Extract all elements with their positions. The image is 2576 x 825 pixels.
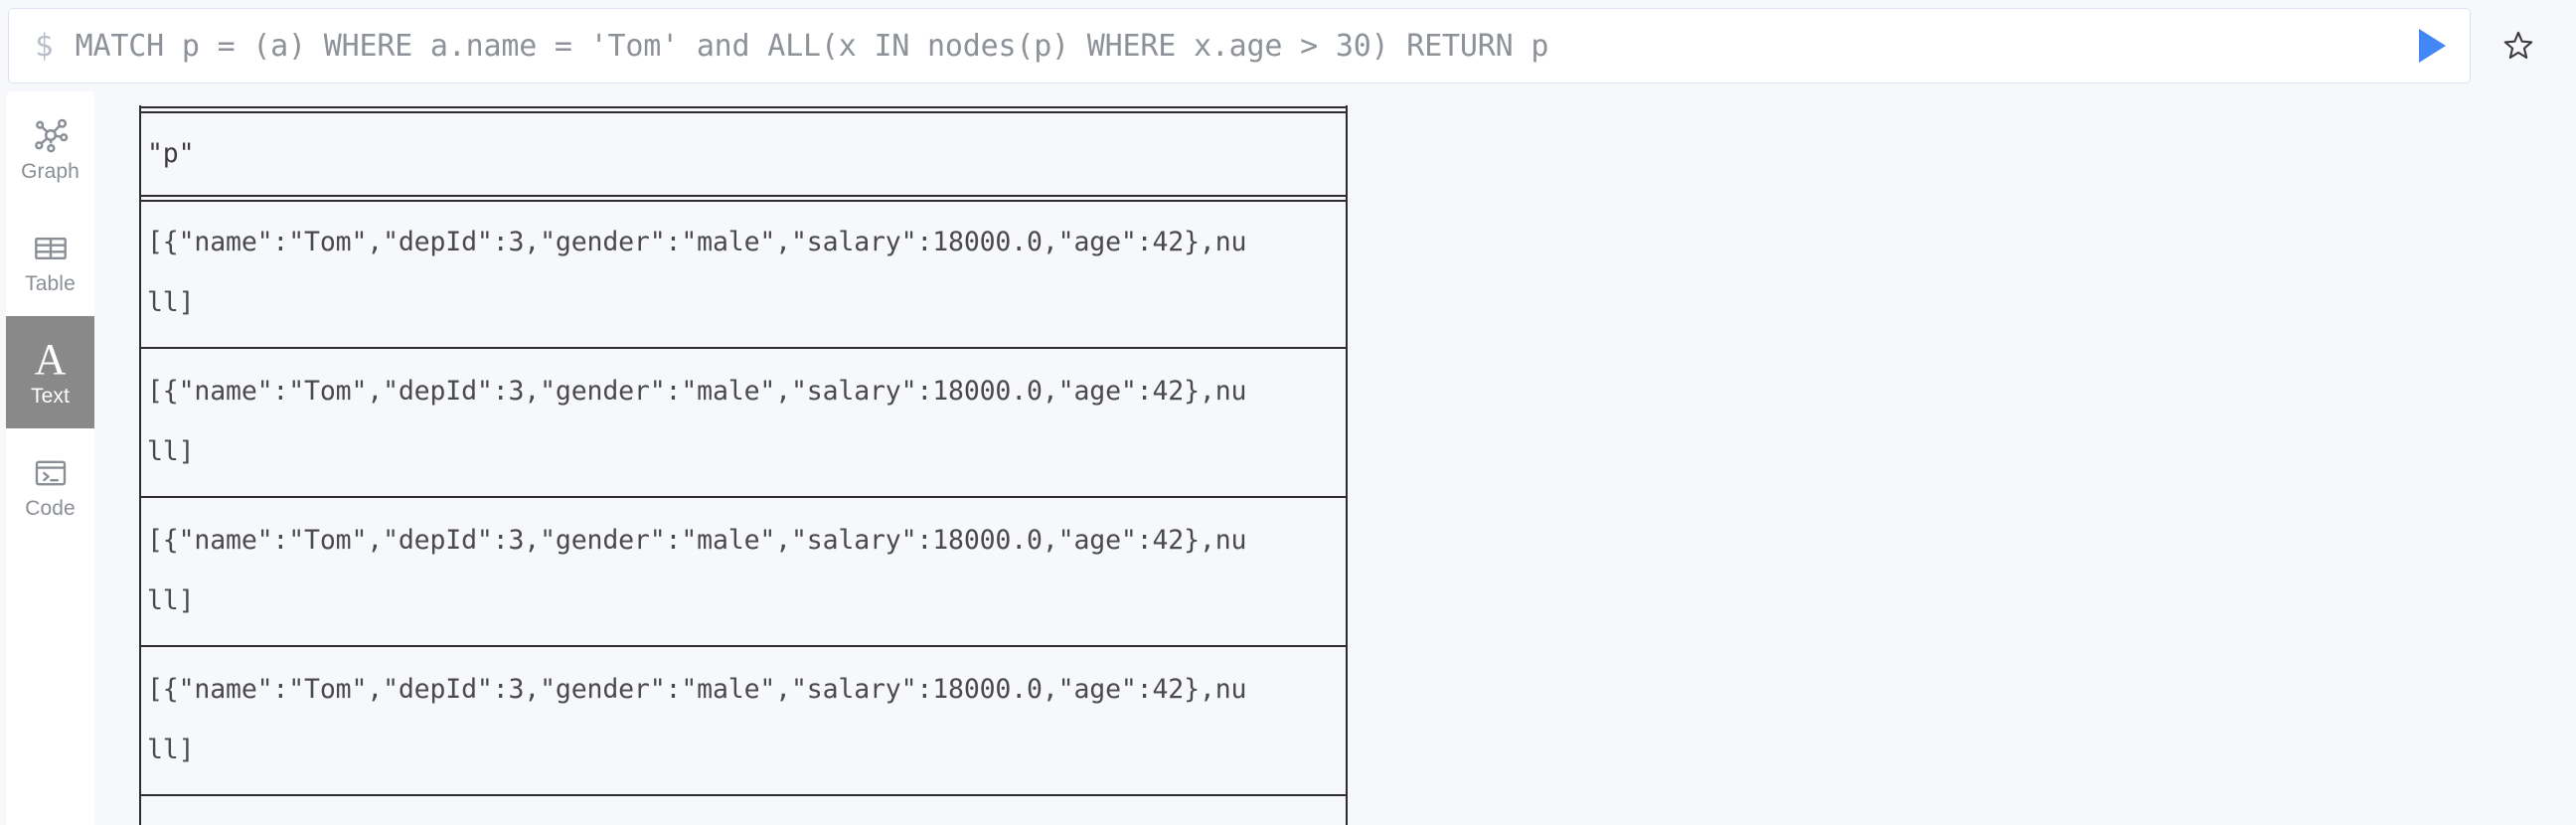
sidebar-item-code[interactable]: Code <box>6 428 94 541</box>
table-header-row: "p" <box>139 115 1348 194</box>
table-cell-line: [{"name":"Tom","depId":3,"gender":"male"… <box>147 525 1247 556</box>
sidebar-item-label-text: Text <box>31 384 70 408</box>
table-cell-line: ll] <box>147 735 195 765</box>
sidebar-item-graph[interactable]: Graph <box>6 91 94 204</box>
table-row-separator <box>139 790 1348 800</box>
result-pane[interactable]: "p" [{"name":"Tom","depId":3,"gender":"ma… <box>94 91 2576 825</box>
table-cell-line: [{"name":"Tom","depId":3,"gender":"male"… <box>139 808 1348 825</box>
text-result-table: "p" [{"name":"Tom","depId":3,"gender":"ma… <box>139 105 1348 825</box>
table-cell-line: [{"name":"Tom","depId":3,"gender":"male"… <box>147 227 1247 257</box>
query-input[interactable]: $ MATCH p = (a) WHERE a.name = 'Tom' and… <box>8 8 2471 83</box>
table-top-border <box>139 105 1348 115</box>
star-outline-icon <box>2503 31 2533 59</box>
run-query-button[interactable] <box>2404 18 2460 74</box>
sidebar-item-label-table: Table <box>25 271 76 295</box>
table-row: [{"name":"Tom","depId":3,"gender":"male"… <box>139 502 1348 641</box>
sidebar-item-label-graph: Graph <box>21 159 80 183</box>
view-sidebar: Graph Table A Text Code <box>6 91 94 825</box>
table-row-separator <box>139 641 1348 651</box>
sidebar-item-table[interactable]: Table <box>6 204 94 316</box>
terminal-prompt-icon <box>30 448 72 494</box>
sidebar-item-text[interactable]: A Text <box>6 316 94 428</box>
prompt-sigil: $ <box>35 27 54 64</box>
table-cell-line: ll] <box>147 436 195 467</box>
play-icon <box>2418 29 2446 63</box>
table-header-separator <box>139 194 1348 204</box>
table-row: [{"name":"Tom","depId":3,"gender":"male"… <box>139 353 1348 492</box>
table-row-separator <box>139 492 1348 502</box>
query-text[interactable]: MATCH p = (a) WHERE a.name = 'Tom' and A… <box>76 29 2404 64</box>
table-cell-line: ll] <box>147 585 195 616</box>
table-grid-icon <box>30 224 72 269</box>
letter-a-icon: A <box>34 334 67 384</box>
table-row: [{"name":"Tom","depId":3,"gender":"male"… <box>139 651 1348 790</box>
query-bar: $ MATCH p = (a) WHERE a.name = 'Tom' and… <box>0 0 2576 91</box>
table-cell-line: [{"name":"Tom","depId":3,"gender":"male"… <box>147 674 1247 705</box>
table-cell-line: [{"name":"Tom","depId":3,"gender":"male"… <box>147 376 1247 407</box>
query-result-app: $ MATCH p = (a) WHERE a.name = 'Tom' and… <box>0 0 2576 825</box>
table-header-cell: "p" <box>147 138 195 169</box>
table-row-separator <box>139 343 1348 353</box>
graph-nodes-icon <box>29 111 73 157</box>
sidebar-item-label-code: Code <box>25 496 76 520</box>
table-row: [{"name":"Tom","depId":3,"gender":"male"… <box>139 800 1348 825</box>
favorite-button[interactable] <box>2471 8 2566 83</box>
table-row: [{"name":"Tom","depId":3,"gender":"male"… <box>139 204 1348 343</box>
table-cell-line: ll] <box>147 287 195 318</box>
